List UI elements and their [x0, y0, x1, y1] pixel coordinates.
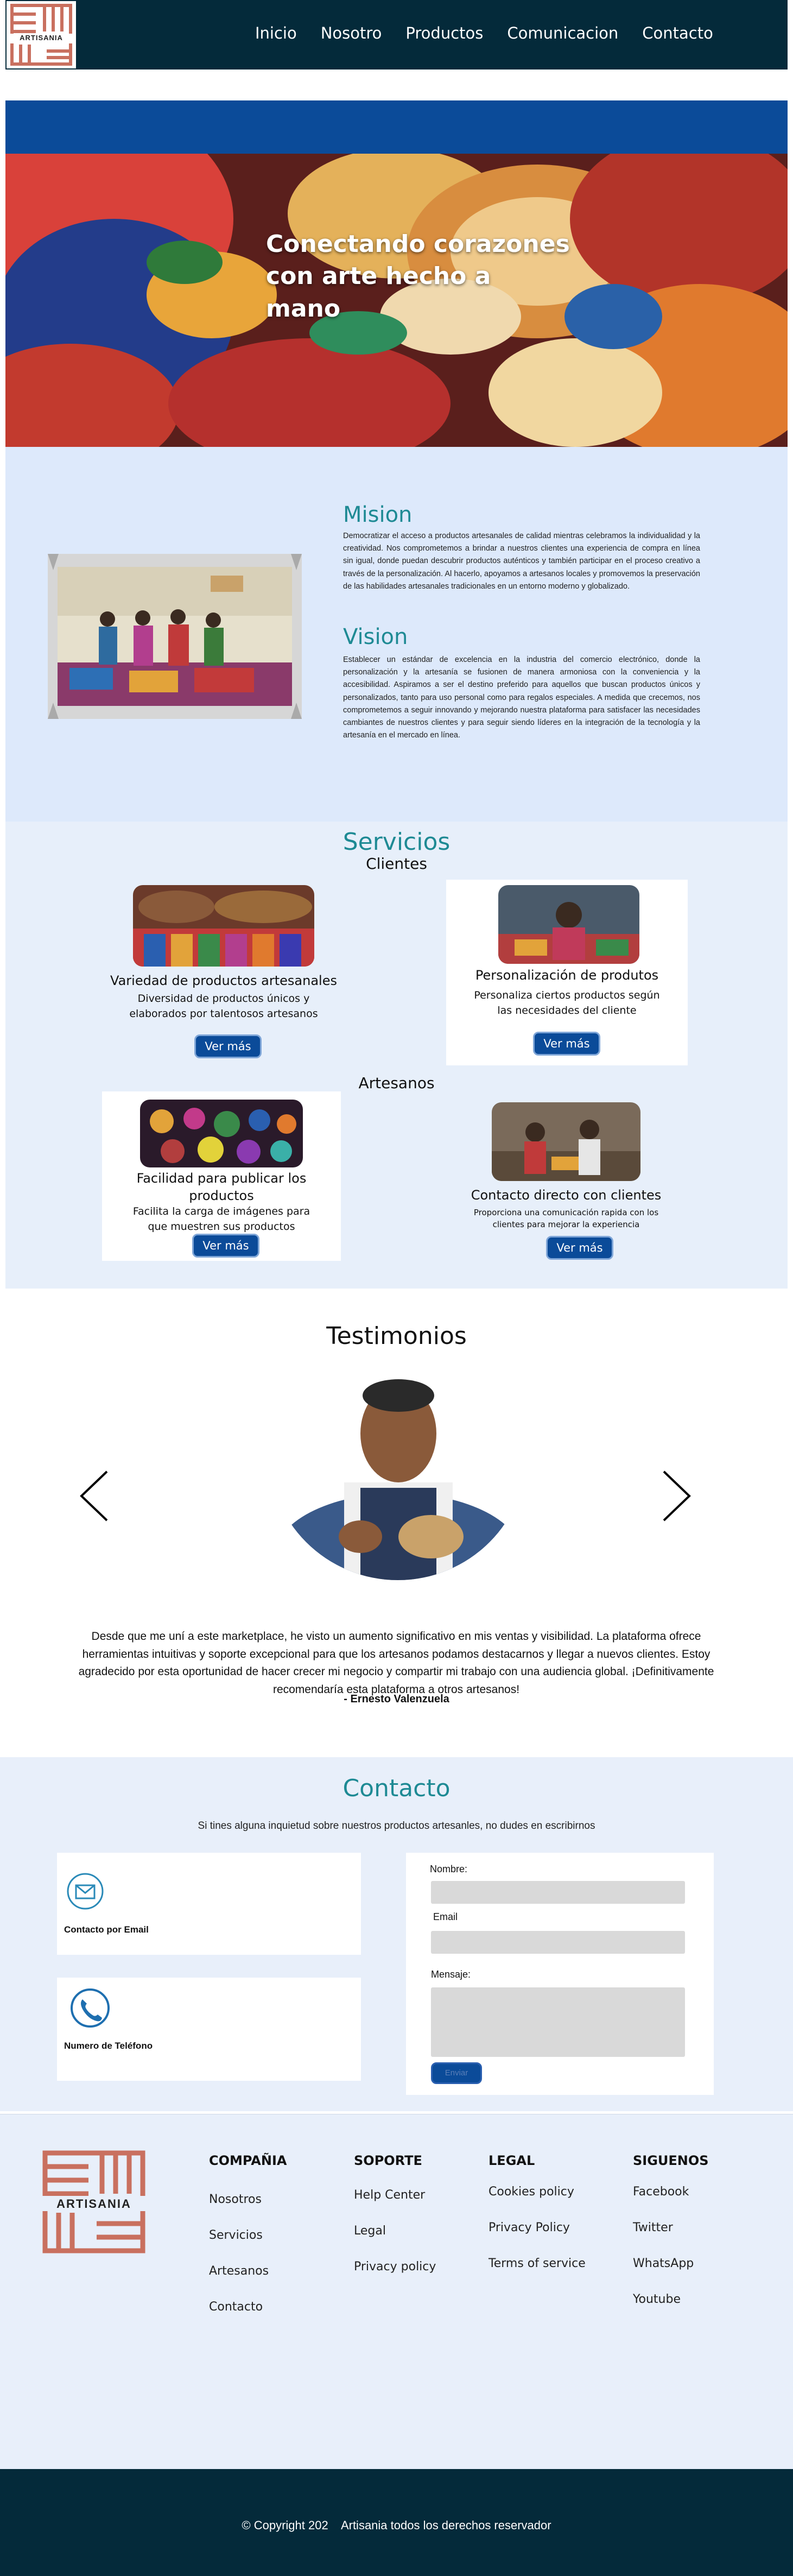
email-label: Contacto por Email [64, 1924, 149, 1935]
send-button[interactable]: Enviar [431, 2062, 482, 2084]
hero-band [5, 100, 788, 154]
footer-link-terms[interactable]: Terms of service [489, 2257, 586, 2270]
footer-link-nosotros[interactable]: Nosotros [209, 2193, 262, 2206]
name-label: Nombre: [430, 1864, 468, 1874]
contact-clients-image [492, 1102, 640, 1181]
footer-link-servicios[interactable]: Servicios [209, 2228, 263, 2242]
testimonials-title: Testimonios [326, 1322, 467, 1350]
phone-icon [69, 1987, 111, 2029]
footer-legal-title: LEGAL [489, 2153, 535, 2168]
testimonial-author: - Ernesto Valenzuela [344, 1693, 449, 1705]
nav-comunicacion[interactable]: Comunicacion [507, 24, 618, 42]
nav-contacto[interactable]: Contacto [642, 24, 713, 42]
vision-text: Establecer un estándar de excelencia en … [343, 655, 700, 740]
email-field-label: Email [433, 1911, 458, 1922]
page: ARTISANIA Inicio Nosotro Productos Comun… [0, 0, 793, 2576]
card-variety-title: Variedad de productos artesanales [110, 973, 337, 988]
mission-text: Democratizar el acceso a productos artes… [343, 532, 700, 591]
footer-support-title: SOPORTE [354, 2153, 422, 2168]
contact-title: Contacto [342, 1775, 451, 1802]
mission-title: Mision [343, 502, 413, 527]
services-title: Servicios [342, 828, 451, 856]
footer-link-facebook[interactable]: Facebook [633, 2185, 689, 2199]
prev-arrow-icon[interactable] [77, 1469, 110, 1523]
contact-subtitle: Si tines alguna inquietud sobre nuestros… [198, 1820, 595, 1832]
copyright-text: © Copyright 202 Artisania todos los dere… [242, 2518, 551, 2532]
publish-more-button[interactable]: Ver más [192, 1234, 259, 1258]
personalization-more-button[interactable]: Ver más [533, 1032, 600, 1056]
nav-nosotro[interactable]: Nosotro [321, 24, 382, 42]
footer-company-title: COMPAÑIA [209, 2153, 287, 2168]
footer-link-youtube[interactable]: Youtube [633, 2293, 681, 2306]
footer-link-help-center[interactable]: Help Center [354, 2188, 425, 2202]
publish-image [140, 1100, 303, 1167]
nav-inicio[interactable]: Inicio [255, 24, 297, 42]
footer-link-contacto[interactable]: Contacto [209, 2300, 263, 2314]
card-publish-desc: Facilita la carga de imágenes para que m… [132, 1205, 310, 1233]
footer-link-twitter[interactable]: Twitter [633, 2221, 673, 2234]
email-icon [66, 1872, 104, 1910]
footer-link-whatsapp[interactable]: WhatsApp [633, 2257, 694, 2270]
card-variety-desc: Diversidad de productos únicos y elabora… [129, 993, 318, 1020]
brand-logo[interactable]: ARTISANIA [7, 1, 76, 68]
footer-follow-title: SIGUENOS [633, 2153, 709, 2168]
card-personalization-title: Personalización de produtos [475, 968, 659, 983]
products-variety-image [133, 885, 314, 967]
variety-more-button[interactable]: Ver más [194, 1034, 262, 1058]
artisans-subtitle: Artesanos [358, 1074, 435, 1092]
footer-link-artesanos[interactable]: Artesanos [209, 2264, 269, 2278]
card-contact-title: Contacto directo con clientes [471, 1188, 662, 1203]
logo-text: ARTISANIA [20, 34, 63, 42]
next-arrow-icon[interactable] [661, 1469, 694, 1523]
hero-title: Conectando corazones con arte hecho a ma… [266, 230, 570, 323]
name-input[interactable] [431, 1881, 685, 1904]
footer-logo-text: ARTISANIA [56, 2197, 131, 2211]
phone-label: Numero de Teléfono [64, 2041, 153, 2051]
footer-logo[interactable]: ARTISANIA [42, 2150, 145, 2253]
testimonial-photo [268, 1374, 528, 1580]
artisans-photo [48, 554, 302, 719]
contact-more-button[interactable]: Ver más [546, 1236, 613, 1260]
email-input[interactable] [431, 1931, 685, 1954]
main-nav: Inicio Nosotro Productos Comunicacion Co… [255, 24, 713, 42]
footer-link-cookies[interactable]: Cookies policy [489, 2185, 574, 2199]
personalization-image [498, 885, 639, 964]
message-label: Mensaje: [431, 1969, 471, 1980]
footer-link-privacy[interactable]: Privacy policy [354, 2260, 436, 2274]
card-publish-title: Facilidad para publicar los productos [136, 1171, 307, 1204]
card-personalization-desc: Personaliza ciertos productos según las … [474, 989, 660, 1016]
message-textarea[interactable] [431, 1987, 685, 2057]
footer-link-legal[interactable]: Legal [354, 2224, 386, 2238]
vision-title: Vision [343, 624, 408, 649]
testimonial-quote: Desde que me uní a este marketplace, he … [78, 1630, 714, 1696]
site-header: ARTISANIA Inicio Nosotro Productos Comun… [5, 0, 788, 70]
clients-subtitle: Clientes [366, 855, 427, 873]
footer-link-privacy-policy[interactable]: Privacy Policy [489, 2221, 570, 2234]
nav-productos[interactable]: Productos [405, 24, 483, 42]
card-contact-desc: Proporciona una comunicación rapida con … [473, 1208, 659, 1229]
